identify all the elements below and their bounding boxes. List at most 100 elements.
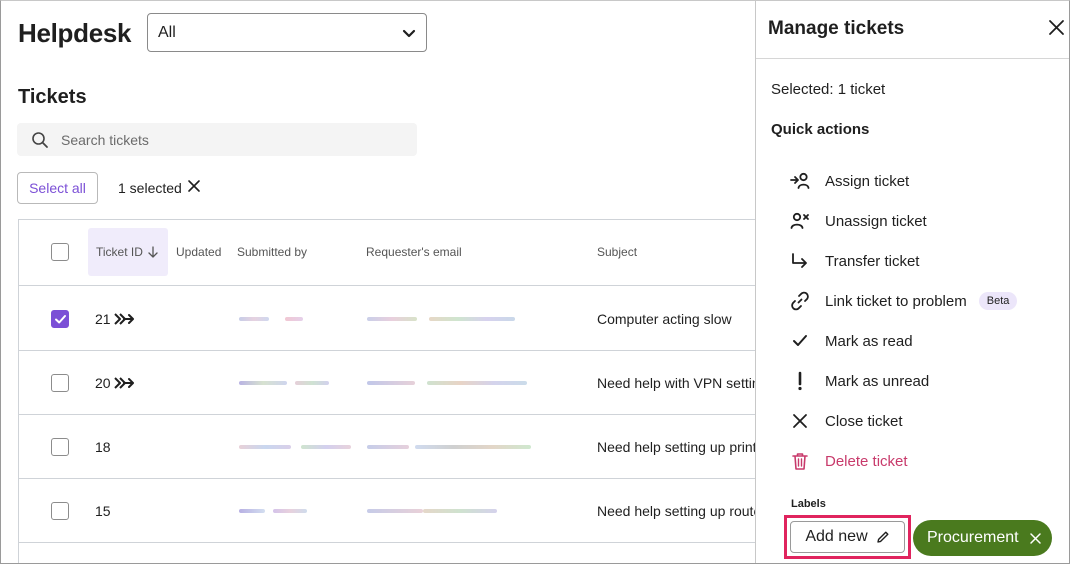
redacted-email bbox=[427, 381, 527, 385]
table-row[interactable]: 18 Need help setting up printer bbox=[19, 415, 755, 479]
view-filter-select[interactable]: All bbox=[147, 13, 427, 52]
redacted-email bbox=[367, 381, 415, 385]
ticket-id-value: 21 bbox=[95, 311, 111, 327]
action-label: Unassign ticket bbox=[825, 212, 927, 230]
app-title: Helpdesk bbox=[18, 18, 132, 48]
clear-selection-icon[interactable] bbox=[187, 179, 201, 193]
action-label: Mark as unread bbox=[825, 372, 930, 390]
add-new-highlight: Add new bbox=[784, 515, 911, 559]
close-panel-icon[interactable] bbox=[1048, 19, 1065, 36]
action-label: Close ticket bbox=[825, 412, 903, 430]
sort-arrow-down-icon bbox=[148, 246, 158, 258]
select-all-checkbox[interactable] bbox=[51, 243, 69, 261]
ticket-subject: Need help with VPN setting bbox=[597, 375, 755, 391]
search-icon bbox=[32, 131, 48, 148]
forwarded-icon bbox=[113, 313, 134, 325]
app-window: Helpdesk All Tickets Select all 1 select… bbox=[0, 0, 1070, 564]
row-checkbox[interactable] bbox=[51, 374, 69, 392]
ticket-id: 21 bbox=[95, 311, 135, 327]
checkmark-icon bbox=[54, 314, 66, 323]
add-new-label-text: Add new bbox=[805, 528, 868, 545]
tickets-heading: Tickets bbox=[18, 86, 87, 108]
redacted-submitter bbox=[301, 445, 351, 449]
main-area: Helpdesk All Tickets Select all 1 select… bbox=[1, 1, 755, 563]
redacted-email bbox=[367, 509, 423, 513]
table-row[interactable]: 15 Need help setting up router bbox=[19, 479, 755, 543]
column-ticket-id-label: Ticket ID bbox=[96, 245, 143, 259]
redacted-submitter bbox=[295, 381, 329, 385]
forwarded-icon bbox=[113, 377, 134, 389]
redacted-email bbox=[423, 509, 497, 513]
exclamation-icon bbox=[789, 370, 811, 392]
label-tag-procurement: Procurement bbox=[913, 520, 1052, 556]
action-label: Transfer ticket bbox=[825, 252, 920, 270]
mark-unread-action[interactable]: Mark as unread bbox=[789, 368, 929, 394]
ticket-subject: Need help setting up printer bbox=[597, 439, 755, 455]
redacted-email bbox=[429, 317, 515, 321]
pencil-icon bbox=[876, 531, 889, 543]
trash-icon bbox=[789, 450, 811, 472]
ticket-id-value: 15 bbox=[95, 503, 111, 519]
panel-title: Manage tickets bbox=[768, 18, 905, 39]
row-checkbox[interactable] bbox=[51, 438, 69, 456]
column-subject[interactable]: Subject bbox=[597, 245, 637, 259]
beta-badge: Beta bbox=[978, 292, 1018, 310]
redacted-submitter bbox=[239, 317, 269, 321]
transfer-ticket-action[interactable]: Transfer ticket bbox=[789, 248, 919, 274]
unassign-icon bbox=[789, 210, 811, 232]
action-label: Mark as read bbox=[825, 332, 913, 350]
view-filter-value: All bbox=[158, 23, 176, 41]
selected-summary: Selected: 1 ticket bbox=[771, 81, 886, 98]
redacted-email bbox=[367, 445, 409, 449]
search-input[interactable] bbox=[61, 131, 381, 148]
row-checkbox[interactable] bbox=[51, 310, 69, 328]
transfer-icon bbox=[789, 250, 811, 272]
action-label: Link ticket to problem bbox=[825, 292, 967, 310]
labels-heading: Labels bbox=[791, 498, 826, 510]
redacted-submitter bbox=[285, 317, 303, 321]
ticket-subject: Computer acting slow bbox=[597, 311, 732, 327]
link-icon bbox=[789, 290, 811, 312]
unassign-ticket-action[interactable]: Unassign ticket bbox=[789, 208, 927, 234]
redacted-submitter bbox=[239, 381, 287, 385]
close-icon bbox=[789, 410, 811, 432]
row-checkbox[interactable] bbox=[51, 502, 69, 520]
assign-ticket-action[interactable]: Assign ticket bbox=[789, 168, 909, 194]
tag-label: Procurement bbox=[927, 529, 1019, 546]
ticket-subject: Need help setting up router bbox=[597, 503, 755, 519]
search-box bbox=[17, 123, 417, 156]
mark-read-action[interactable]: Mark as read bbox=[789, 328, 913, 354]
remove-tag-icon[interactable] bbox=[1029, 532, 1042, 545]
link-ticket-action[interactable]: Link ticket to problem Beta bbox=[789, 288, 1018, 314]
close-ticket-action[interactable]: Close ticket bbox=[789, 408, 903, 434]
redacted-submitter bbox=[239, 509, 265, 513]
table-row[interactable]: 21 Computer acting slow bbox=[19, 287, 755, 351]
add-new-label-button[interactable]: Add new bbox=[790, 521, 905, 553]
action-label: Delete ticket bbox=[825, 452, 908, 470]
table-row[interactable]: 20 Need help with VPN setting bbox=[19, 351, 755, 415]
selected-count: 1 selected bbox=[118, 180, 182, 196]
ticket-id: 18 bbox=[95, 439, 111, 455]
select-all-button[interactable]: Select all bbox=[17, 172, 98, 204]
assign-icon bbox=[789, 170, 811, 192]
ticket-id-value: 18 bbox=[95, 439, 111, 455]
column-updated[interactable]: Updated bbox=[176, 245, 221, 259]
quick-actions-heading: Quick actions bbox=[771, 121, 870, 138]
redacted-email bbox=[367, 317, 417, 321]
ticket-id-value: 20 bbox=[95, 375, 111, 391]
chevron-down-icon bbox=[402, 29, 416, 38]
tickets-table: Ticket ID Updated Submitted by Requester… bbox=[18, 219, 755, 563]
panel-header: Manage tickets bbox=[756, 1, 1069, 59]
table-header: Ticket ID Updated Submitted by Requester… bbox=[19, 220, 755, 286]
delete-ticket-action[interactable]: Delete ticket bbox=[789, 448, 908, 474]
ticket-id: 15 bbox=[95, 503, 111, 519]
checkmark-icon bbox=[789, 330, 811, 352]
redacted-email bbox=[415, 445, 531, 449]
column-submitted-by[interactable]: Submitted by bbox=[237, 245, 307, 259]
column-requester-email[interactable]: Requester's email bbox=[366, 245, 462, 259]
redacted-submitter bbox=[273, 509, 307, 513]
manage-tickets-panel: Manage tickets Selected: 1 ticket Quick … bbox=[755, 1, 1069, 563]
column-ticket-id[interactable]: Ticket ID bbox=[88, 228, 168, 276]
ticket-id: 20 bbox=[95, 375, 135, 391]
action-label: Assign ticket bbox=[825, 172, 910, 190]
